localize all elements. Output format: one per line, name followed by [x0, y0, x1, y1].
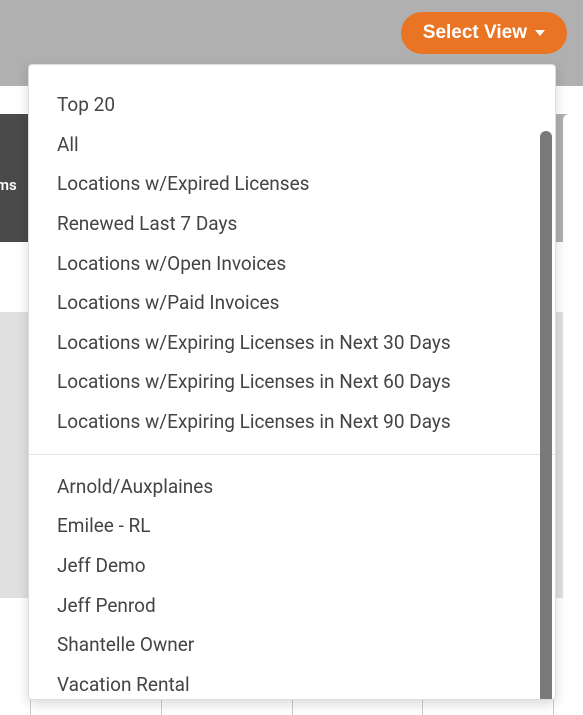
- dropdown-item-all[interactable]: All: [29, 125, 555, 165]
- dropdown-item-expired-licenses[interactable]: Locations w/Expired Licenses: [29, 164, 555, 204]
- table-header-cell: [292, 699, 424, 715]
- dropdown-item-top-20[interactable]: Top 20: [29, 85, 555, 125]
- dropdown-item-shantelle-owner[interactable]: Shantelle Owner: [29, 625, 555, 665]
- side-tab-panel: ms: [0, 114, 30, 242]
- table-header-cell: [161, 699, 293, 715]
- dropdown-item-emilee-rl[interactable]: Emilee - RL: [29, 506, 555, 546]
- table-header-cell: [422, 699, 554, 715]
- background-edge: [563, 114, 583, 700]
- table-header-row: [30, 699, 553, 715]
- dropdown-item-paid-invoices[interactable]: Locations w/Paid Invoices: [29, 283, 555, 323]
- side-tab-label: ms: [0, 176, 17, 194]
- top-bar: Select View: [0, 0, 583, 62]
- select-view-button[interactable]: Select View: [401, 12, 567, 54]
- dropdown-item-expiring-30-days[interactable]: Locations w/Expiring Licenses in Next 30…: [29, 323, 555, 363]
- dropdown-list[interactable]: Top 20 All Locations w/Expired Licenses …: [29, 65, 555, 699]
- scrollbar-track[interactable]: [540, 131, 552, 700]
- dropdown-item-renewed-7-days[interactable]: Renewed Last 7 Days: [29, 204, 555, 244]
- dropdown-item-vacation-rental[interactable]: Vacation Rental: [29, 665, 555, 699]
- table-header-cell: [30, 699, 162, 715]
- select-view-dropdown: Top 20 All Locations w/Expired Licenses …: [28, 64, 556, 700]
- dropdown-item-jeff-penrod[interactable]: Jeff Penrod: [29, 586, 555, 626]
- dropdown-item-jeff-demo[interactable]: Jeff Demo: [29, 546, 555, 586]
- chevron-down-icon: [535, 30, 545, 36]
- scrollbar-thumb[interactable]: [540, 131, 552, 700]
- dropdown-item-arnold-auxplaines[interactable]: Arnold/Auxplaines: [29, 467, 555, 507]
- select-view-label: Select View: [423, 22, 527, 44]
- dropdown-divider: [29, 454, 555, 455]
- dropdown-item-open-invoices[interactable]: Locations w/Open Invoices: [29, 244, 555, 284]
- dropdown-item-expiring-90-days[interactable]: Locations w/Expiring Licenses in Next 90…: [29, 402, 555, 442]
- dropdown-item-expiring-60-days[interactable]: Locations w/Expiring Licenses in Next 60…: [29, 362, 555, 402]
